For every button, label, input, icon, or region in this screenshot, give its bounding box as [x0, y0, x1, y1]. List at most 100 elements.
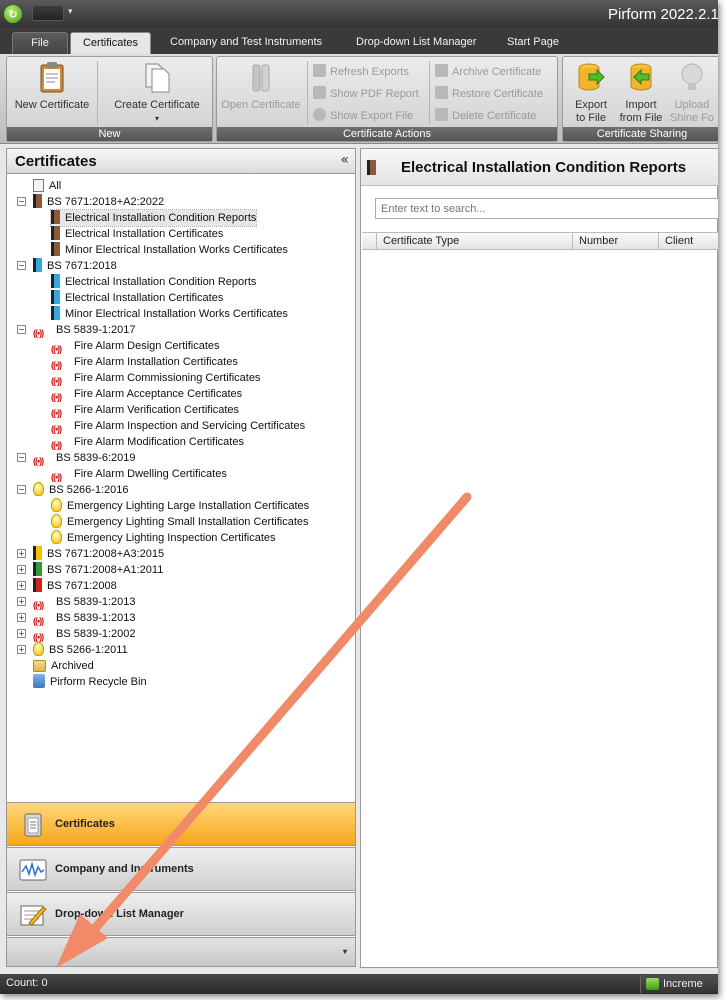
tree-node[interactable]: ((•)) BS 5839-1:2013: [33, 594, 136, 610]
create-certificate-label: Create Certificate: [114, 99, 200, 111]
tree-child-node[interactable]: Emergency Lighting Large Installation Ce…: [51, 498, 309, 514]
status-bar: Count: 0 Increme: [0, 974, 718, 994]
tree-child-node[interactable]: Electrical Installation Certificates: [51, 226, 223, 242]
archive-certificate-button[interactable]: Archive Certificate: [435, 63, 541, 81]
delete-certificate-button[interactable]: Delete Certificate: [435, 107, 536, 125]
certificate-book-icon: [51, 242, 60, 256]
app-logo-icon[interactable]: ↻: [4, 5, 22, 23]
tree-node[interactable]: ((•)) BS 5839-1:2017: [33, 322, 136, 338]
copy-documents-icon: [145, 63, 170, 93]
chevron-down-icon: ▾: [154, 114, 159, 123]
expand-node-icon[interactable]: +: [17, 645, 26, 654]
tree-node[interactable]: BS 7671:2008: [33, 578, 117, 594]
tab-company-and-test-instruments[interactable]: Company and Test Instruments: [170, 32, 322, 54]
ribbon-group-label-new: New: [7, 127, 212, 141]
expand-node-icon[interactable]: +: [17, 581, 26, 590]
column-header-certificate-type[interactable]: Certificate Type: [376, 233, 572, 250]
collapse-node-icon[interactable]: −: [17, 325, 26, 334]
ribbon-group-label-certificate-actions: Certificate Actions: [217, 127, 557, 141]
status-right-indicator[interactable]: Increme: [640, 975, 718, 993]
collapse-node-icon[interactable]: −: [17, 453, 26, 462]
nav-overflow-bar[interactable]: ▾: [6, 937, 356, 967]
tree-node-label: BS 5266-1:2016: [49, 484, 129, 496]
restore-certificate-button[interactable]: Restore Certificate: [435, 85, 543, 103]
tab-drop-down-list-manager[interactable]: Drop-down List Manager: [356, 32, 476, 54]
tree-node[interactable]: BS 7671:2018: [33, 258, 117, 274]
tree-node[interactable]: BS 5266-1:2011: [33, 642, 128, 658]
tree-node[interactable]: BS 7671:2008+A3:2015: [33, 546, 164, 562]
import-from-file-button[interactable]: Import from File: [617, 61, 665, 125]
expand-node-icon[interactable]: +: [17, 565, 26, 574]
expand-node-icon[interactable]: +: [17, 549, 26, 558]
status-right-label: Increme: [663, 978, 703, 990]
tree-child-node[interactable]: Emergency Lighting Inspection Certificat…: [51, 530, 276, 546]
tree-child-node[interactable]: ((•)) Fire Alarm Acceptance Certificates: [51, 386, 242, 402]
export-to-file-button[interactable]: Export to File: [567, 61, 615, 125]
ribbon-separator: [429, 61, 430, 125]
tree-node-label: Electrical Installation Certificates: [65, 228, 224, 240]
create-certificate-button[interactable]: Create Certificate ▾: [107, 61, 207, 125]
column-header-number[interactable]: Number: [572, 233, 658, 250]
tree-child-node[interactable]: ((•)) Fire Alarm Design Certificates: [51, 338, 220, 354]
tree-node[interactable]: ((•)) BS 5839-1:2002: [33, 626, 136, 642]
search-input[interactable]: [375, 198, 718, 219]
refresh-exports-button[interactable]: Refresh Exports: [313, 63, 409, 81]
expand-node-icon[interactable]: +: [17, 629, 26, 638]
tree-node[interactable]: BS 7671:2018+A2:2022: [33, 194, 164, 210]
column-header-client[interactable]: Client: [658, 233, 718, 250]
tree-node[interactable]: BS 5266-1:2016: [33, 482, 129, 498]
tree-node-label: Emergency Lighting Small Installation Ce…: [67, 516, 309, 528]
tab-certificates[interactable]: Certificates: [70, 32, 151, 54]
clipboard-icon: [24, 813, 42, 837]
tree-node-label: Fire Alarm Installation Certificates: [74, 356, 238, 368]
tree-node[interactable]: Pirform Recycle Bin: [33, 674, 147, 690]
tree-child-node[interactable]: ((•)) Fire Alarm Inspection and Servicing…: [51, 418, 305, 434]
show-export-file-button[interactable]: Show Export File: [313, 107, 413, 125]
tree-node[interactable]: Archived: [33, 658, 94, 674]
upload-label-line1: Upload: [674, 99, 710, 111]
show-pdf-report-button[interactable]: Show PDF Report: [313, 85, 419, 103]
new-certificate-button[interactable]: New Certificate: [13, 61, 91, 112]
tab-file[interactable]: File: [12, 32, 68, 54]
quick-access-toolbar[interactable]: [32, 5, 64, 21]
quick-access-dropdown-icon[interactable]: ▾: [68, 7, 73, 17]
collapse-panel-icon[interactable]: «: [340, 152, 349, 168]
list-edit-icon: [20, 905, 47, 926]
nav-button-drop-down-list-manager[interactable]: Drop-down List Manager: [6, 892, 356, 936]
tree-node[interactable]: ((•)) BS 5839-6:2019: [33, 450, 136, 466]
tree-child-node[interactable]: ((•)) Fire Alarm Commissioning Certificat…: [51, 370, 260, 386]
ribbon-separator: [97, 61, 98, 125]
tree-node[interactable]: BS 7671:2008+A1:2011: [33, 562, 163, 578]
tree-child-node[interactable]: Electrical Installation Condition Report…: [51, 274, 256, 290]
open-certificate-button[interactable]: Open Certificate: [219, 61, 303, 112]
tree-child-node[interactable]: ((•)) Fire Alarm Modification Certificate…: [51, 434, 244, 450]
tree-child-node[interactable]: Minor Electrical Installation Works Cert…: [51, 242, 288, 258]
tree-node[interactable]: All: [33, 178, 61, 194]
collapse-node-icon[interactable]: −: [17, 197, 26, 206]
certificate-list-panel: Electrical Installation Condition Report…: [360, 148, 718, 968]
lightbulb-icon: [681, 63, 703, 90]
collapse-node-icon[interactable]: −: [17, 261, 26, 270]
certificate-book-icon: [33, 546, 42, 560]
expand-node-icon[interactable]: +: [17, 613, 26, 622]
upload-shine-button[interactable]: Upload Shine Fo: [667, 61, 717, 125]
nav-label-certificates: Certificates: [55, 818, 115, 830]
tab-start-page[interactable]: Start Page: [507, 32, 559, 54]
tree-child-node[interactable]: ((•)) Fire Alarm Installation Certificate…: [51, 354, 238, 370]
refresh-exports-label: Refresh Exports: [330, 66, 409, 78]
tree-child-node[interactable]: Electrical Installation Certificates: [51, 290, 223, 306]
nav-button-certificates[interactable]: Certificates: [6, 802, 356, 846]
collapse-node-icon[interactable]: −: [17, 485, 26, 494]
tree-child-node[interactable]: Emergency Lighting Small Installation Ce…: [51, 514, 309, 530]
chevron-down-icon[interactable]: ▾: [343, 947, 347, 956]
tree-child-node[interactable]: ((•)) Fire Alarm Verification Certificate…: [51, 402, 239, 418]
tree-child-node[interactable]: Minor Electrical Installation Works Cert…: [51, 306, 288, 322]
tree-node-label: Minor Electrical Installation Works Cert…: [65, 308, 288, 320]
expand-node-icon[interactable]: +: [17, 597, 26, 606]
lightbulb-icon: [33, 482, 44, 496]
tree-node[interactable]: ((•)) BS 5839-1:2013: [33, 610, 136, 626]
tree-child-node[interactable]: ((•)) Fire Alarm Dwelling Certificates: [51, 466, 227, 482]
tree-node-label: Archived: [51, 660, 94, 672]
tree-child-node[interactable]: Electrical Installation Condition Report…: [49, 209, 258, 227]
nav-button-company-and-instruments[interactable]: Company and Instruments: [6, 847, 356, 891]
